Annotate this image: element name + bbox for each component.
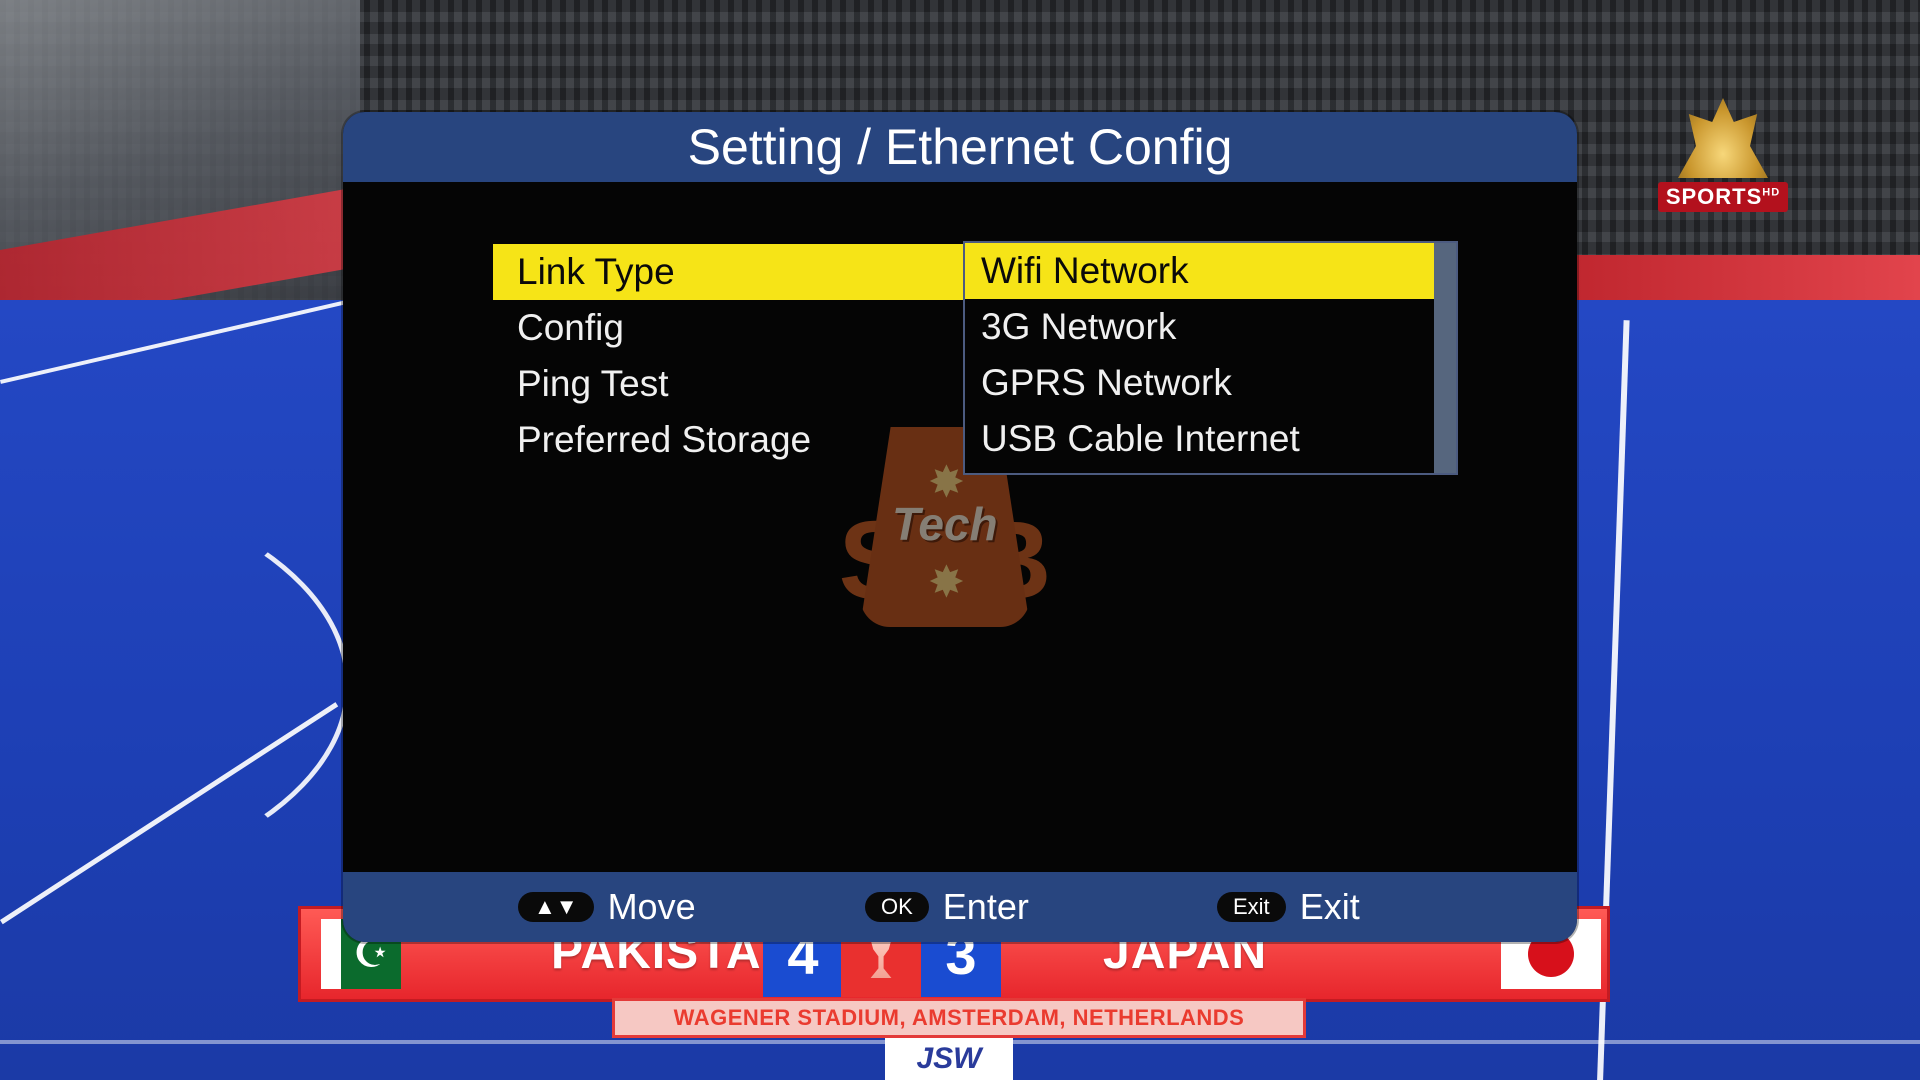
menu-item-list: Link Type Config Ping Test Preferred Sto… xyxy=(493,244,963,468)
channel-logo-suffix: HD xyxy=(1762,186,1781,199)
dropdown-option-gprs-network[interactable]: GPRS Network xyxy=(965,355,1435,411)
hint-label: Exit xyxy=(1299,886,1360,927)
pitch-line xyxy=(0,299,352,384)
menu-item-preferred-storage[interactable]: Preferred Storage xyxy=(493,412,963,468)
menu-item-link-type[interactable]: Link Type xyxy=(493,244,963,300)
hint-exit: Exit Exit xyxy=(1217,886,1360,928)
dropdown-scrollbar[interactable] xyxy=(1434,243,1456,473)
watermark-word: Tech xyxy=(892,498,998,550)
crown-icon xyxy=(1678,98,1768,178)
dropdown-option-usb-cable-internet[interactable]: USB Cable Internet xyxy=(965,411,1435,467)
hint-enter: OK Enter xyxy=(865,886,1029,928)
hint-label: Enter xyxy=(942,886,1029,927)
menu-item-label: Link Type xyxy=(517,251,675,292)
star-icon: ✸ xyxy=(928,558,965,607)
menu-footer: ▲▼ Move OK Enter Exit Exit xyxy=(343,872,1577,942)
hint-move: ▲▼ Move xyxy=(518,886,696,928)
dropdown-option-wifi-network[interactable]: Wifi Network xyxy=(965,243,1435,299)
menu-item-label: Preferred Storage xyxy=(517,419,812,460)
menu-item-label: Ping Test xyxy=(517,363,669,404)
settings-menu: Setting / Ethernet Config SB ✸ ✸ Tech Li… xyxy=(343,112,1577,942)
dropdown-option-3g-network[interactable]: 3G Network xyxy=(965,299,1435,355)
pitch-arc xyxy=(0,470,350,900)
channel-logo-text: SPORTS xyxy=(1665,184,1763,209)
menu-header: Setting / Ethernet Config xyxy=(343,112,1577,182)
ok-key-icon: OK xyxy=(865,892,929,922)
menu-item-ping-test[interactable]: Ping Test xyxy=(493,356,963,412)
exit-key-icon: Exit xyxy=(1217,892,1286,922)
menu-title: Setting / Ethernet Config xyxy=(687,119,1233,175)
sponsor-logo: JSW xyxy=(885,1038,1013,1080)
venue-banner: WAGENER STADIUM, AMSTERDAM, NETHERLANDS xyxy=(612,998,1306,1038)
channel-logo: SPORTSHD xyxy=(1657,82,1789,212)
arrow-up-down-icon: ▲▼ xyxy=(518,892,594,922)
menu-item-label: Config xyxy=(517,307,624,348)
hint-label: Move xyxy=(607,886,696,927)
link-type-dropdown[interactable]: Wifi Network 3G Network GPRS Network USB… xyxy=(963,241,1458,475)
menu-item-config[interactable]: Config xyxy=(493,300,963,356)
